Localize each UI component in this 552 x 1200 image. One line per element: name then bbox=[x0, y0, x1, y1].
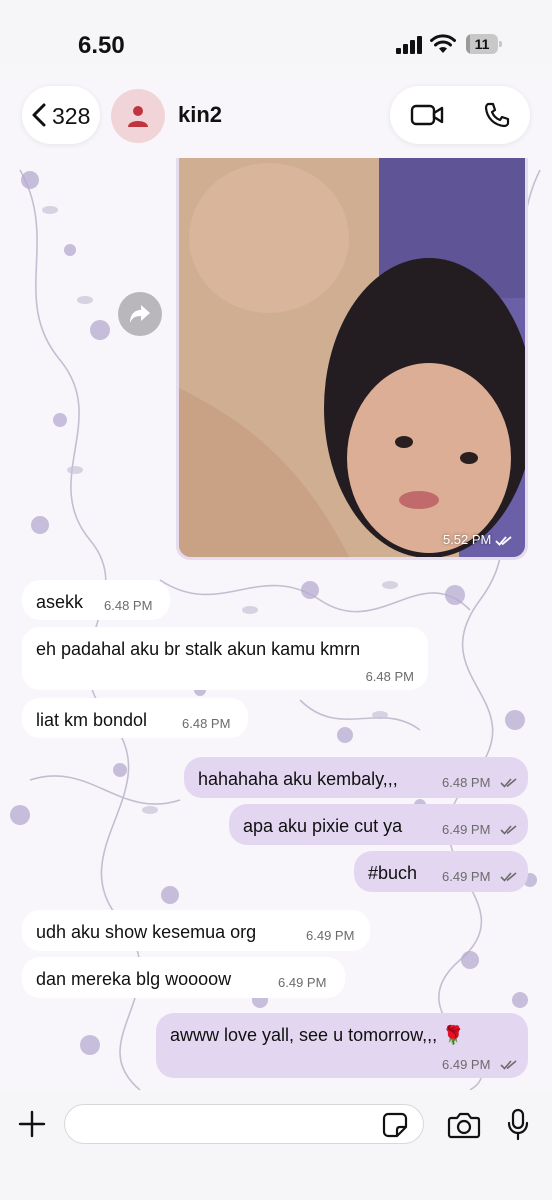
read-ticks-icon bbox=[500, 825, 517, 835]
message-time: 6.49 PM bbox=[442, 1057, 491, 1072]
microphone-icon[interactable] bbox=[506, 1108, 530, 1142]
message-bubble-outgoing[interactable]: #buch 6.49 PM bbox=[354, 851, 528, 892]
message-text: apa aku pixie cut ya bbox=[243, 816, 403, 836]
read-ticks-icon bbox=[500, 1060, 517, 1070]
message-time: 6.48 PM bbox=[182, 716, 231, 731]
avatar[interactable] bbox=[111, 89, 165, 143]
back-button[interactable]: 328 bbox=[22, 86, 100, 144]
message-text: liat km bondol bbox=[36, 710, 148, 730]
read-ticks-icon bbox=[495, 535, 512, 546]
unread-count: 328 bbox=[52, 103, 91, 129]
message-time: 6.48 PM bbox=[442, 775, 491, 790]
message-time: 6.49 PM bbox=[278, 975, 327, 990]
read-ticks-icon bbox=[500, 778, 517, 788]
message-text: dan mereka blg woooow bbox=[36, 969, 232, 989]
message-text: eh padahal aku br stalk akun kamu kmrn bbox=[36, 639, 361, 659]
contact-name[interactable]: kin2 bbox=[178, 102, 222, 128]
sticker-icon[interactable] bbox=[382, 1112, 408, 1138]
battery-icon: 11 bbox=[466, 34, 502, 54]
shared-photo[interactable]: 5.52 PM bbox=[179, 158, 525, 557]
message-text: asekk bbox=[36, 592, 84, 612]
message-bubble-incoming[interactable]: asekk 6.48 PM bbox=[22, 580, 170, 620]
photo-message[interactable]: 5.52 PM bbox=[176, 158, 528, 560]
forward-button[interactable] bbox=[118, 292, 162, 336]
phone-icon[interactable] bbox=[484, 102, 510, 128]
message-time: 6.49 PM bbox=[442, 869, 491, 884]
photo-time: 5.52 PM bbox=[442, 532, 492, 547]
chat-header: 328 kin2 bbox=[0, 84, 552, 154]
battery-level: 11 bbox=[474, 36, 490, 52]
compose-bar bbox=[0, 1090, 552, 1200]
battery-body: 11 bbox=[466, 34, 498, 54]
chevron-left-icon bbox=[32, 103, 46, 127]
message-time: 6.48 PM bbox=[365, 669, 414, 684]
call-actions bbox=[390, 86, 530, 144]
message-bubble-incoming[interactable]: udh aku show kesemua org 6.49 PM bbox=[22, 910, 370, 951]
cellular-signal-icon bbox=[396, 36, 422, 54]
message-time: 6.49 PM bbox=[442, 822, 491, 837]
message-time: 6.48 PM bbox=[104, 598, 153, 613]
message-text: awww love yall, see u tomorrow,,, 🌹 bbox=[170, 1025, 465, 1045]
message-bubble-incoming[interactable]: dan mereka blg woooow 6.49 PM bbox=[22, 957, 345, 998]
photo-timestamp: 5.52 PM bbox=[443, 532, 513, 547]
status-time: 6.50 bbox=[78, 32, 125, 59]
plus-icon[interactable] bbox=[18, 1110, 46, 1138]
message-bubble-outgoing[interactable]: apa aku pixie cut ya 6.49 PM bbox=[229, 804, 528, 845]
message-bubble-outgoing[interactable]: awww love yall, see u tomorrow,,, 🌹 6.49… bbox=[156, 1013, 528, 1078]
status-bar: 6.50 11 bbox=[0, 0, 552, 90]
video-camera-icon[interactable] bbox=[410, 104, 444, 126]
message-time: 6.49 PM bbox=[306, 928, 355, 943]
message-bubble-incoming[interactable]: eh padahal aku br stalk akun kamu kmrn 6… bbox=[22, 627, 428, 690]
person-icon bbox=[128, 106, 148, 127]
message-text: hahahaha aku kembaly,,, bbox=[198, 769, 398, 789]
battery-tip bbox=[499, 41, 502, 47]
message-text: udh aku show kesemua org bbox=[36, 922, 257, 942]
camera-icon[interactable] bbox=[447, 1111, 481, 1139]
message-bubble-incoming[interactable]: liat km bondol 6.48 PM bbox=[22, 698, 248, 738]
message-input[interactable] bbox=[64, 1104, 424, 1144]
wifi-icon bbox=[430, 34, 456, 53]
message-text: #buch bbox=[368, 863, 418, 883]
message-bubble-outgoing[interactable]: hahahaha aku kembaly,,, 6.48 PM bbox=[184, 757, 528, 798]
forward-icon bbox=[130, 305, 150, 323]
read-ticks-icon bbox=[500, 872, 517, 882]
